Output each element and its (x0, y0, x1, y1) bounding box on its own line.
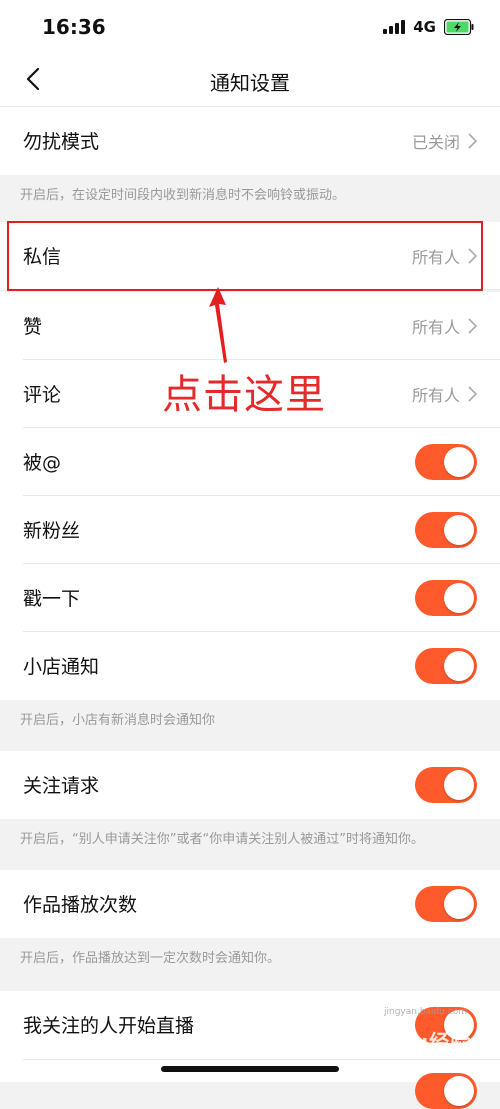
row-value: 已关闭 (411, 133, 460, 152)
annotation-highlight-box (7, 221, 483, 291)
chevron-right-icon (468, 386, 478, 402)
row-poke: 戳一下 (0, 564, 500, 632)
nav-bar: 通知设置 (0, 52, 500, 107)
row-do-not-disturb[interactable]: 勿扰模式 已关闭 (0, 107, 500, 175)
follow-request-toggle[interactable] (415, 767, 477, 803)
row-follow-request: 关注请求 (0, 751, 500, 819)
status-time: 16:36 (42, 15, 106, 39)
toggle-knob (444, 515, 474, 545)
toggle-knob (444, 651, 474, 681)
row-value: 所有人 (411, 386, 460, 405)
hint-text: 开启后，作品播放达到一定次数时会通知你。 (20, 951, 281, 966)
home-indicator[interactable] (161, 1066, 339, 1072)
toggle-knob (444, 770, 474, 800)
divider (23, 1059, 500, 1060)
hint-text: 开启后，“别人申请关注你”或者“你申请关注别人被通过”时将通知你。 (20, 832, 424, 847)
row-label: 评论 (23, 384, 62, 406)
toggle-knob (444, 1076, 474, 1106)
play-count-toggle[interactable] (415, 886, 477, 922)
network-type: 4G (413, 18, 436, 36)
new-followers-toggle[interactable] (415, 512, 477, 548)
row-label: 新粉丝 (23, 520, 81, 542)
annotation-text: 点击这里 (162, 372, 326, 418)
row-label: 戳一下 (23, 588, 81, 610)
shop-notification-toggle[interactable] (415, 648, 477, 684)
battery-charging-icon (444, 19, 474, 35)
row-label: 作品播放次数 (23, 894, 138, 916)
hint-play-count: 开启后，作品播放达到一定次数时会通知你。 (0, 938, 500, 990)
chevron-right-icon (468, 133, 478, 149)
status-bar: 16:36 4G (0, 0, 500, 52)
row-label: 勿扰模式 (23, 131, 100, 153)
row-mentions: 被@ (0, 428, 500, 496)
poke-toggle[interactable] (415, 580, 477, 616)
toggle-knob (444, 447, 474, 477)
toggle-knob (444, 583, 474, 613)
hint-text: 开启后，在设定时间段内收到新消息时不会响铃或振动。 (20, 188, 346, 203)
row-shop-notification: 小店通知 (0, 632, 500, 700)
row-label: 赞 (23, 316, 43, 338)
hint-text: 开启后，小店有新消息时会通知你 (20, 713, 216, 728)
watermark-url: jingyan.baidu.com (384, 1007, 468, 1017)
chevron-right-icon (468, 318, 478, 334)
mentions-toggle[interactable] (415, 444, 477, 480)
row-label: 关注请求 (23, 775, 100, 797)
page-title: 通知设置 (210, 71, 290, 95)
row-label: 被@ (23, 452, 62, 474)
hint-shop: 开启后，小店有新消息时会通知你 (0, 700, 500, 750)
hint-follow-request: 开启后，“别人申请关注你”或者“你申请关注别人被通过”时将通知你。 (0, 819, 500, 869)
toggle-knob (444, 889, 474, 919)
watermark-logo: Baidu经验 (360, 1030, 472, 1054)
row-label: 小店通知 (23, 656, 100, 678)
row-new-followers: 新粉丝 (0, 496, 500, 564)
hint-do-not-disturb: 开启后，在设定时间段内收到新消息时不会响铃或振动。 (0, 175, 500, 220)
row-play-count: 作品播放次数 (0, 870, 500, 938)
row-likes[interactable]: 赞 所有人 (0, 292, 500, 360)
row-value: 所有人 (411, 318, 460, 337)
next-row-toggle[interactable] (415, 1073, 477, 1109)
signal-icon (383, 20, 406, 34)
annotation-arrow-icon (209, 287, 227, 363)
row-label: 我关注的人开始直播 (23, 1015, 195, 1037)
status-icons: 4G (383, 16, 474, 38)
